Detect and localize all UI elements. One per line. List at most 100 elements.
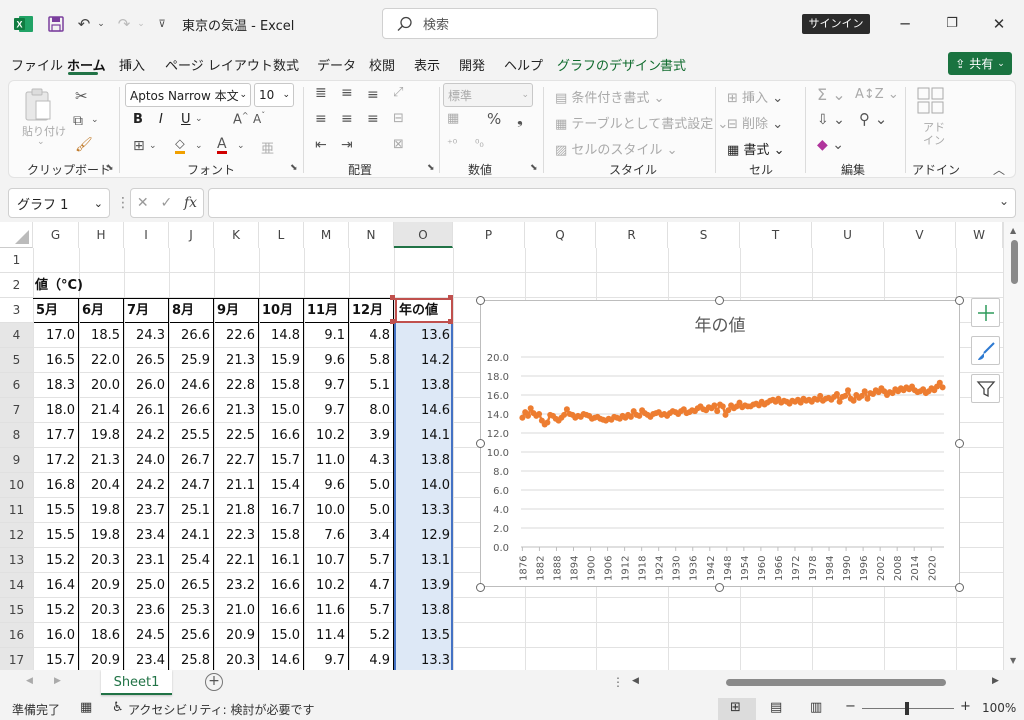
- tab-review[interactable]: 校閲: [369, 55, 395, 74]
- table-cell[interactable]: 5.1: [350, 373, 394, 398]
- table-cell[interactable]: 9.7: [305, 398, 349, 423]
- table-cell[interactable]: 24.7: [170, 473, 214, 498]
- cell-styles-button[interactable]: ▨ セルのスタイル ⌄: [555, 139, 677, 158]
- tab-data[interactable]: データ: [317, 55, 356, 74]
- borders-icon[interactable]: ⊞: [133, 138, 145, 154]
- table-cell[interactable]: 10.0: [305, 498, 349, 523]
- cut-icon[interactable]: ✂: [75, 87, 88, 105]
- table-cell[interactable]: 20.4: [80, 473, 124, 498]
- column-header[interactable]: I: [124, 222, 169, 248]
- delete-cells-button[interactable]: ⊟ 削除 ⌄: [727, 113, 783, 132]
- font-color-dropdown-icon[interactable]: ⌄: [237, 141, 245, 151]
- row-header[interactable]: 4: [0, 323, 33, 348]
- row-header[interactable]: 1: [0, 248, 33, 273]
- table-cell[interactable]: 23.7: [125, 498, 169, 523]
- table-cell[interactable]: 15.9: [260, 348, 304, 373]
- table-cell[interactable]: 22.6: [215, 323, 259, 348]
- table-cell[interactable]: 15.4: [260, 473, 304, 498]
- chart-resize-handle[interactable]: [715, 296, 724, 305]
- table-cell[interactable]: 20.9: [215, 623, 259, 648]
- align-right-icon[interactable]: ≡: [367, 111, 379, 127]
- chart-resize-handle[interactable]: [955, 296, 964, 305]
- row-header[interactable]: 5: [0, 348, 33, 373]
- range-corner-handle[interactable]: [390, 319, 395, 324]
- sort-filter-icon[interactable]: A↕Z ⌄: [855, 87, 899, 102]
- insert-function-button[interactable]: fx: [184, 195, 197, 211]
- table-cell[interactable]: 15.0: [260, 623, 304, 648]
- align-center-icon[interactable]: ≡: [341, 111, 353, 127]
- table-cell[interactable]: 20.3: [80, 548, 124, 573]
- chart-resize-handle[interactable]: [715, 583, 724, 592]
- column-header[interactable]: T: [740, 222, 812, 248]
- table-cell[interactable]: 21.0: [215, 598, 259, 623]
- table-cell[interactable]: 5.8: [350, 348, 394, 373]
- table-cell[interactable]: 25.3: [170, 598, 214, 623]
- restore-icon[interactable]: ❐: [937, 12, 967, 36]
- column-header[interactable]: M: [304, 222, 349, 248]
- format-cells-button[interactable]: ▦ 書式 ⌄: [727, 139, 784, 158]
- table-cell[interactable]: 9.7: [305, 373, 349, 398]
- tab-insert[interactable]: 挿入: [119, 55, 145, 74]
- signin-button[interactable]: サインイン: [802, 14, 870, 34]
- table-header-cell[interactable]: 7月: [125, 298, 169, 323]
- table-cell[interactable]: 13.3: [395, 498, 453, 523]
- table-cell[interactable]: 14.1: [395, 423, 453, 448]
- table-cell[interactable]: 26.6: [170, 398, 214, 423]
- decrease-indent-icon[interactable]: ⇤: [315, 137, 327, 153]
- table-cell[interactable]: 3.4: [350, 523, 394, 548]
- row-header[interactable]: 11: [0, 498, 33, 523]
- tab-formulas[interactable]: 数式: [273, 55, 299, 74]
- decrease-decimal-icon[interactable]: ⁰₀: [475, 137, 484, 150]
- accessibility-status[interactable]: アクセシビリティ: 検討が必要です: [128, 701, 315, 718]
- table-cell[interactable]: 20.9: [80, 648, 124, 670]
- table-cell[interactable]: 15.8: [260, 373, 304, 398]
- insert-cells-button[interactable]: ⊞ 挿入 ⌄: [727, 87, 783, 106]
- expand-formula-icon[interactable]: ⌄: [999, 194, 1009, 208]
- table-cell[interactable]: 25.4: [170, 548, 214, 573]
- scroll-up-icon[interactable]: ▲: [1010, 226, 1016, 235]
- scroll-right-icon[interactable]: ▶: [992, 676, 999, 686]
- row-header[interactable]: 7: [0, 398, 33, 423]
- table-cell[interactable]: 24.2: [125, 423, 169, 448]
- addins-icon[interactable]: [917, 87, 945, 119]
- row-header[interactable]: 8: [0, 423, 33, 448]
- column-header[interactable]: N: [349, 222, 394, 248]
- chart-filters-button[interactable]: [971, 374, 1000, 403]
- column-header[interactable]: W: [956, 222, 1003, 248]
- table-cell[interactable]: 18.3: [34, 373, 79, 398]
- scroll-down-icon[interactable]: ▼: [1010, 656, 1016, 665]
- chart[interactable]: 年の値 0.0 2.0 4.0 6.0 8.0 10.0 12.0 14.0 16.0 18.0 20…: [480, 300, 960, 587]
- table-cell[interactable]: 15.7: [260, 448, 304, 473]
- row-header[interactable]: 17: [0, 648, 33, 670]
- table-cell[interactable]: 22.5: [215, 423, 259, 448]
- column-header[interactable]: P: [453, 222, 525, 248]
- table-cell[interactable]: 13.3: [395, 648, 453, 670]
- table-cell[interactable]: 16.4: [34, 573, 79, 598]
- table-cell[interactable]: 18.6: [80, 623, 124, 648]
- table-cell[interactable]: 10.2: [305, 573, 349, 598]
- page-break-view-icon[interactable]: ▥: [810, 700, 822, 715]
- table-cell[interactable]: 25.8: [170, 648, 214, 670]
- table-cell[interactable]: 13.8: [395, 598, 453, 623]
- name-box[interactable]: グラフ 1 ⌄: [8, 188, 110, 218]
- autosum-icon[interactable]: Σ ⌄: [817, 85, 846, 104]
- cancel-formula-icon[interactable]: ✕: [137, 195, 149, 211]
- format-painter-icon[interactable]: 🖌: [75, 137, 93, 153]
- more-options-icon[interactable]: ⋮: [116, 195, 130, 211]
- row-header[interactable]: 3: [0, 298, 33, 323]
- column-header[interactable]: G: [33, 222, 79, 248]
- table-cell[interactable]: 9.6: [305, 473, 349, 498]
- phonetic-icon[interactable]: 亜: [261, 138, 274, 157]
- zoom-out-icon[interactable]: −: [845, 699, 856, 714]
- table-cell[interactable]: 21.3: [215, 398, 259, 423]
- font-launcher-icon[interactable]: ⬊: [290, 163, 298, 173]
- table-cell[interactable]: 19.8: [80, 498, 124, 523]
- search-input[interactable]: 検索: [382, 8, 658, 39]
- table-cell[interactable]: 16.6: [260, 573, 304, 598]
- undo-dropdown-icon[interactable]: ⌄: [94, 12, 108, 36]
- chart-resize-handle[interactable]: [955, 439, 964, 448]
- increase-decimal-icon[interactable]: ⁺⁰: [447, 137, 457, 150]
- table-header-cell[interactable]: 8月: [170, 298, 214, 323]
- table-cell[interactable]: 22.1: [215, 548, 259, 573]
- borders-dropdown-icon[interactable]: ⌄: [149, 141, 157, 151]
